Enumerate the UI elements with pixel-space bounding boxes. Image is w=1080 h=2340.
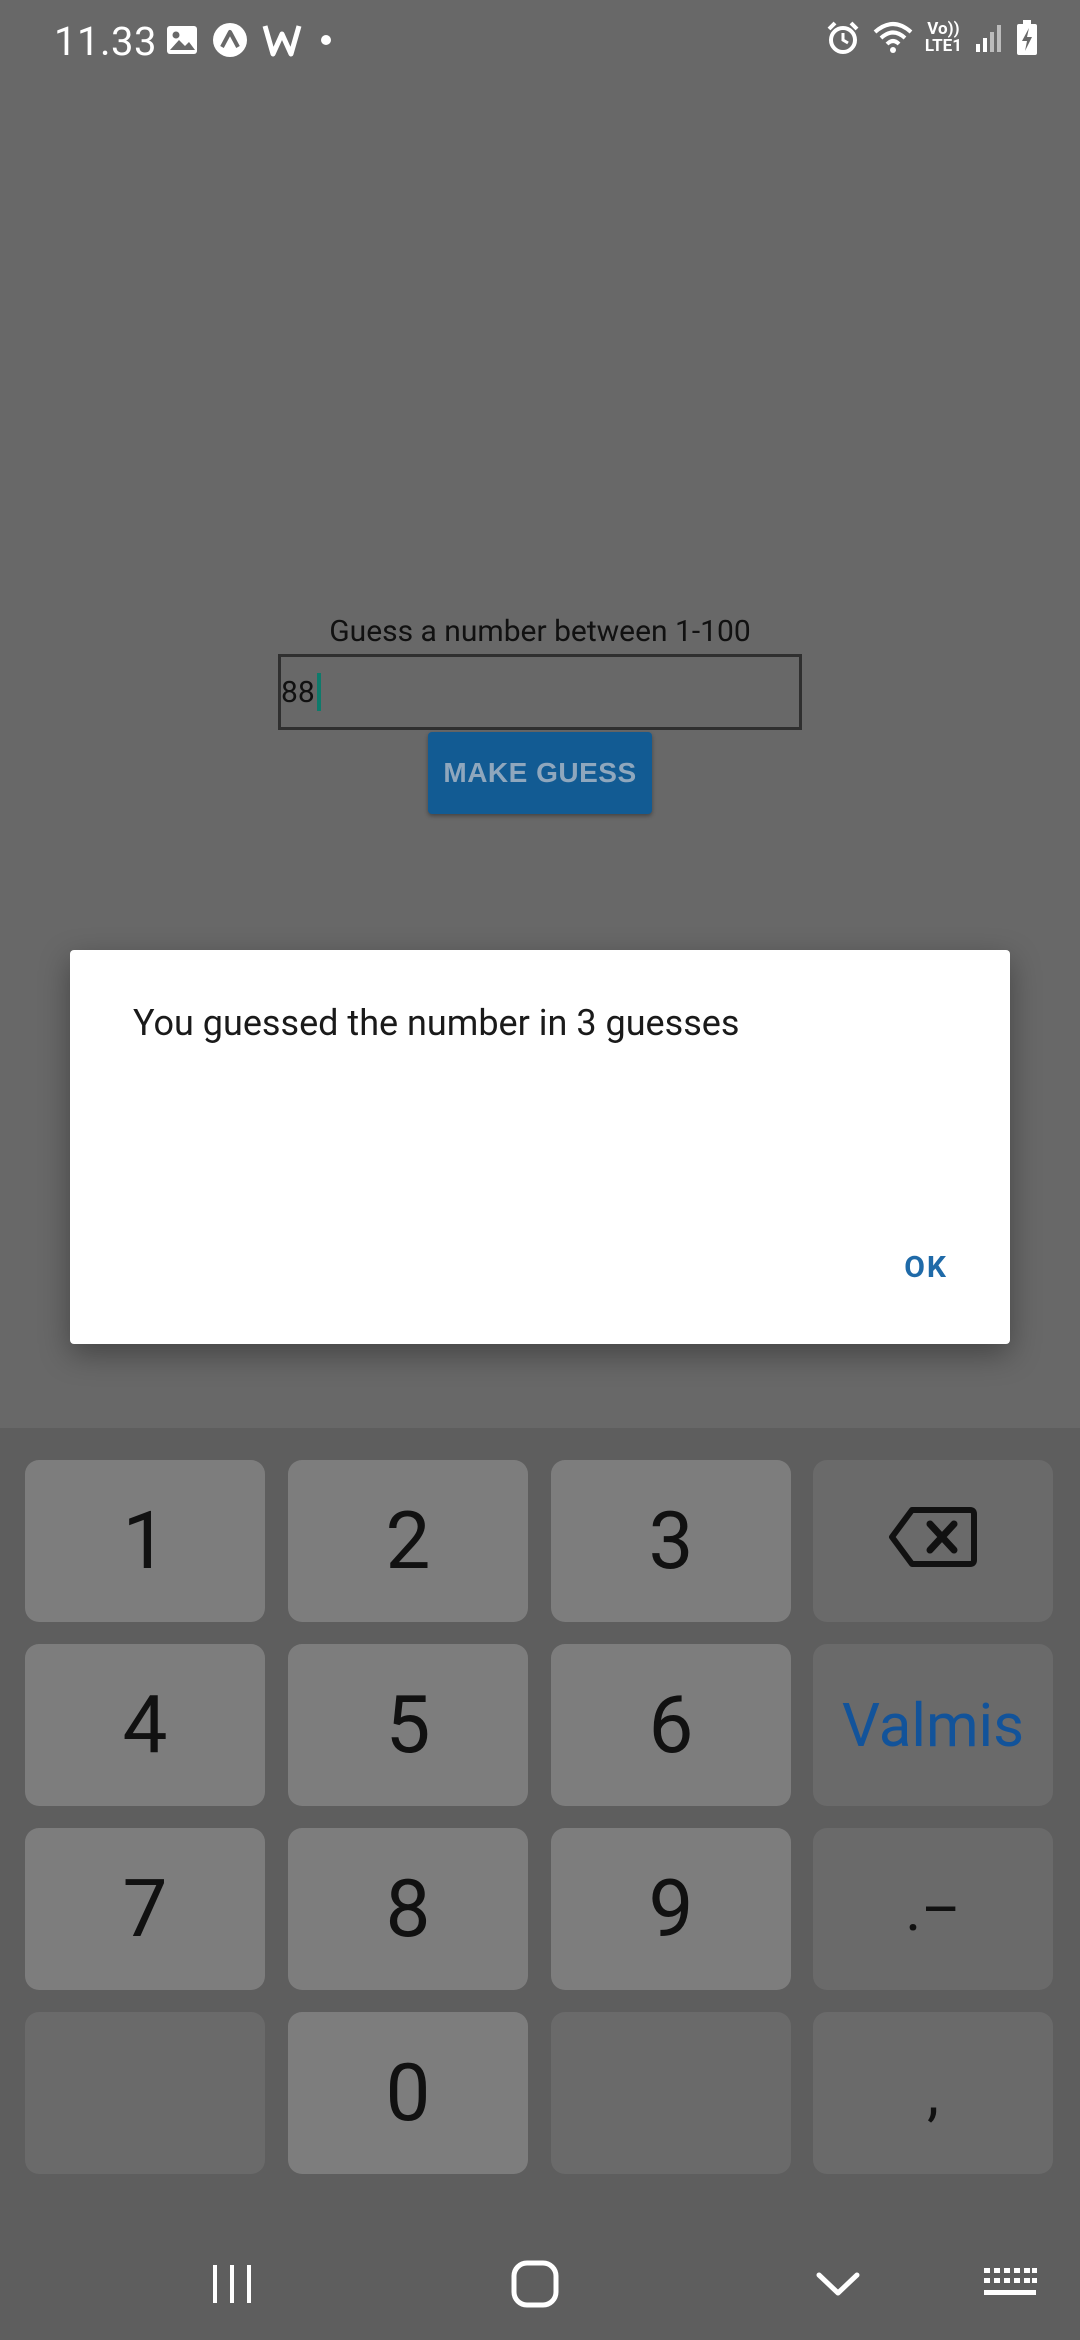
- dot-icon: [316, 30, 336, 50]
- key-8[interactable]: 8: [288, 1828, 528, 1990]
- dot-dash-key[interactable]: .–: [813, 1828, 1053, 1990]
- key-2[interactable]: 2: [288, 1460, 528, 1622]
- system-icons: Vo)) LTE1: [825, 20, 1038, 56]
- guess-prompt: Guess a number between 1-100: [329, 614, 751, 649]
- guess-input-field[interactable]: 88: [278, 654, 802, 730]
- empty-key-right: [551, 2012, 791, 2174]
- image-icon: [166, 25, 198, 55]
- keyboard-switch-icon[interactable]: [980, 2254, 1040, 2314]
- ok-button[interactable]: OK: [904, 1250, 948, 1285]
- wifi-icon: [873, 20, 913, 56]
- volte-indicator: Vo)) LTE1: [924, 19, 962, 56]
- backspace-key[interactable]: [813, 1460, 1053, 1622]
- dialog-message: You guessed the number in 3 guesses: [133, 1002, 740, 1044]
- key-3[interactable]: 3: [551, 1460, 791, 1622]
- w-app-icon: [262, 22, 302, 58]
- numeric-keyboard: 1 2 3 4 5 6 Valmis 7 8 9 .– 0 ,: [0, 1428, 1080, 2228]
- home-icon[interactable]: [505, 2254, 565, 2314]
- empty-key-left: [25, 2012, 265, 2174]
- status-time: 11.33: [54, 18, 157, 65]
- key-9[interactable]: 9: [551, 1828, 791, 1990]
- signal-icon: [974, 22, 1004, 54]
- key-7[interactable]: 7: [25, 1828, 265, 1990]
- alarm-icon: [825, 20, 861, 56]
- make-guess-button[interactable]: MAKE GUESS: [428, 732, 652, 814]
- key-4[interactable]: 4: [25, 1644, 265, 1806]
- key-0[interactable]: 0: [288, 2012, 528, 2174]
- key-6[interactable]: 6: [551, 1644, 791, 1806]
- recent-apps-icon[interactable]: [202, 2254, 262, 2314]
- guess-input-value: 88: [281, 673, 321, 713]
- backspace-icon: [888, 1494, 978, 1588]
- comma-key[interactable]: ,: [813, 2012, 1053, 2174]
- result-dialog: You guessed the number in 3 guesses OK: [70, 950, 1010, 1344]
- text-cursor: [316, 673, 321, 712]
- key-5[interactable]: 5: [288, 1644, 528, 1806]
- app-logo-icon: [212, 22, 248, 58]
- battery-charging-icon: [1016, 20, 1038, 56]
- navigation-bar: [0, 2228, 1080, 2340]
- status-bar: 11.33 Vo)) LTE1: [0, 0, 1080, 84]
- key-1[interactable]: 1: [25, 1460, 265, 1622]
- done-key[interactable]: Valmis: [813, 1644, 1053, 1806]
- hide-keyboard-icon[interactable]: [808, 2254, 868, 2314]
- notification-icons: [166, 22, 336, 58]
